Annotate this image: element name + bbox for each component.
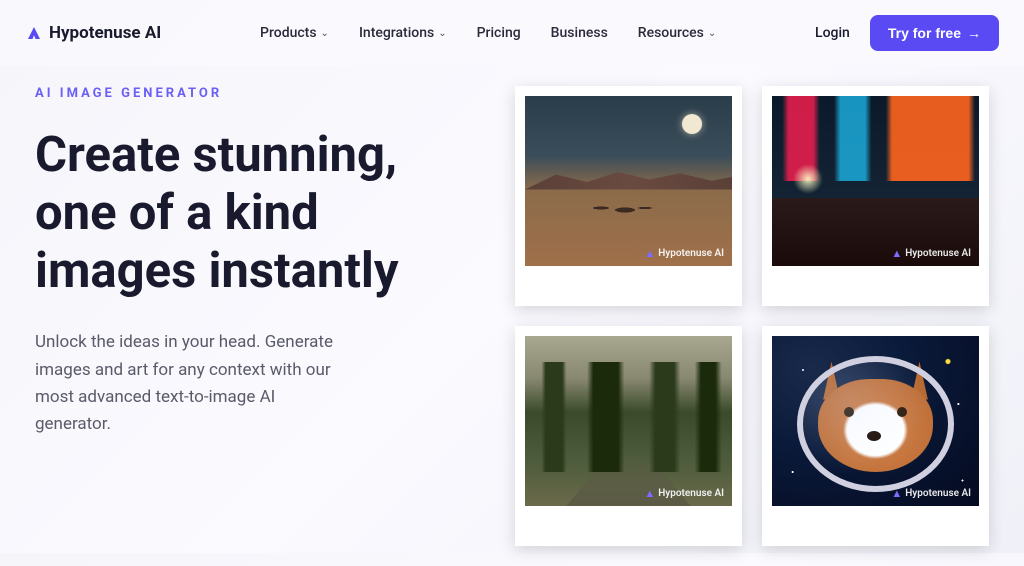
- hero-headline: Create stunning, one of a kind images in…: [35, 126, 475, 299]
- watermark-text: Hypotenuse AI: [658, 488, 724, 499]
- image-watermark: ▲ Hypotenuse AI: [644, 247, 724, 260]
- mountain-shape: [525, 165, 732, 190]
- nav-integrations[interactable]: Integrations ⌄: [359, 25, 447, 41]
- nav-products[interactable]: Products ⌄: [260, 25, 329, 41]
- main-content: AI IMAGE GENERATOR Create stunning, one …: [0, 66, 1024, 566]
- nav-label: Products: [260, 25, 317, 41]
- nav-label: Pricing: [477, 25, 521, 41]
- trees-shape: [525, 362, 732, 473]
- chevron-down-icon: ⌄: [438, 28, 446, 39]
- hero-subtext: Unlock the ideas in your head. Generate …: [35, 329, 345, 438]
- cta-label: Try for free: [888, 25, 961, 41]
- generated-image-desert: ▲ Hypotenuse AI: [525, 96, 732, 266]
- login-link[interactable]: Login: [815, 25, 850, 41]
- watermark-logo-icon: ▲: [644, 247, 655, 260]
- gallery-card: ▲ Hypotenuse AI: [515, 86, 742, 306]
- watermark-logo-icon: ▲: [891, 247, 902, 260]
- arrow-right-icon: →: [967, 25, 981, 41]
- nav-label: Business: [551, 25, 608, 41]
- gallery-card: ▲ Hypotenuse AI: [762, 86, 989, 306]
- header-actions: Login Try for free →: [815, 15, 999, 51]
- brand-name: Hypotenuse AI: [49, 23, 161, 43]
- nav-business[interactable]: Business: [551, 25, 608, 41]
- chevron-down-icon: ⌄: [321, 28, 329, 39]
- watermark-text: Hypotenuse AI: [905, 488, 971, 499]
- site-header: Hypotenuse AI Products ⌄ Integrations ⌄ …: [0, 0, 1024, 66]
- nav-resources[interactable]: Resources ⌄: [638, 25, 716, 41]
- hero-content: AI IMAGE GENERATOR Create stunning, one …: [35, 86, 475, 546]
- main-nav: Products ⌄ Integrations ⌄ Pricing Busine…: [260, 25, 716, 41]
- nav-label: Resources: [638, 25, 704, 41]
- hero-eyebrow: AI IMAGE GENERATOR: [35, 86, 475, 101]
- brand-logo[interactable]: Hypotenuse AI: [25, 23, 161, 43]
- rocks-shape: [577, 198, 657, 218]
- generated-image-corgi: ▲ Hypotenuse AI: [772, 336, 979, 506]
- helmet-shape: [797, 356, 954, 492]
- glow-shape: [793, 164, 823, 194]
- gallery-card: ▲ Hypotenuse AI: [762, 326, 989, 546]
- generated-image-neon: ▲ Hypotenuse AI: [772, 96, 979, 266]
- watermark-logo-icon: ▲: [644, 487, 655, 500]
- image-gallery: ▲ Hypotenuse AI ▲ Hypotenuse AI: [515, 86, 989, 546]
- watermark-logo-icon: ▲: [891, 487, 902, 500]
- nav-label: Integrations: [359, 25, 434, 41]
- moon-icon: [682, 114, 702, 134]
- try-free-button[interactable]: Try for free →: [870, 15, 999, 51]
- logo-icon: [25, 24, 43, 42]
- chevron-down-icon: ⌄: [708, 28, 716, 39]
- watermark-text: Hypotenuse AI: [905, 248, 971, 259]
- watermark-text: Hypotenuse AI: [658, 248, 724, 259]
- image-watermark: ▲ Hypotenuse AI: [891, 247, 971, 260]
- image-watermark: ▲ Hypotenuse AI: [644, 487, 724, 500]
- image-watermark: ▲ Hypotenuse AI: [891, 487, 971, 500]
- generated-image-forest: ▲ Hypotenuse AI: [525, 336, 732, 506]
- gallery-card: ▲ Hypotenuse AI: [515, 326, 742, 546]
- nav-pricing[interactable]: Pricing: [477, 25, 521, 41]
